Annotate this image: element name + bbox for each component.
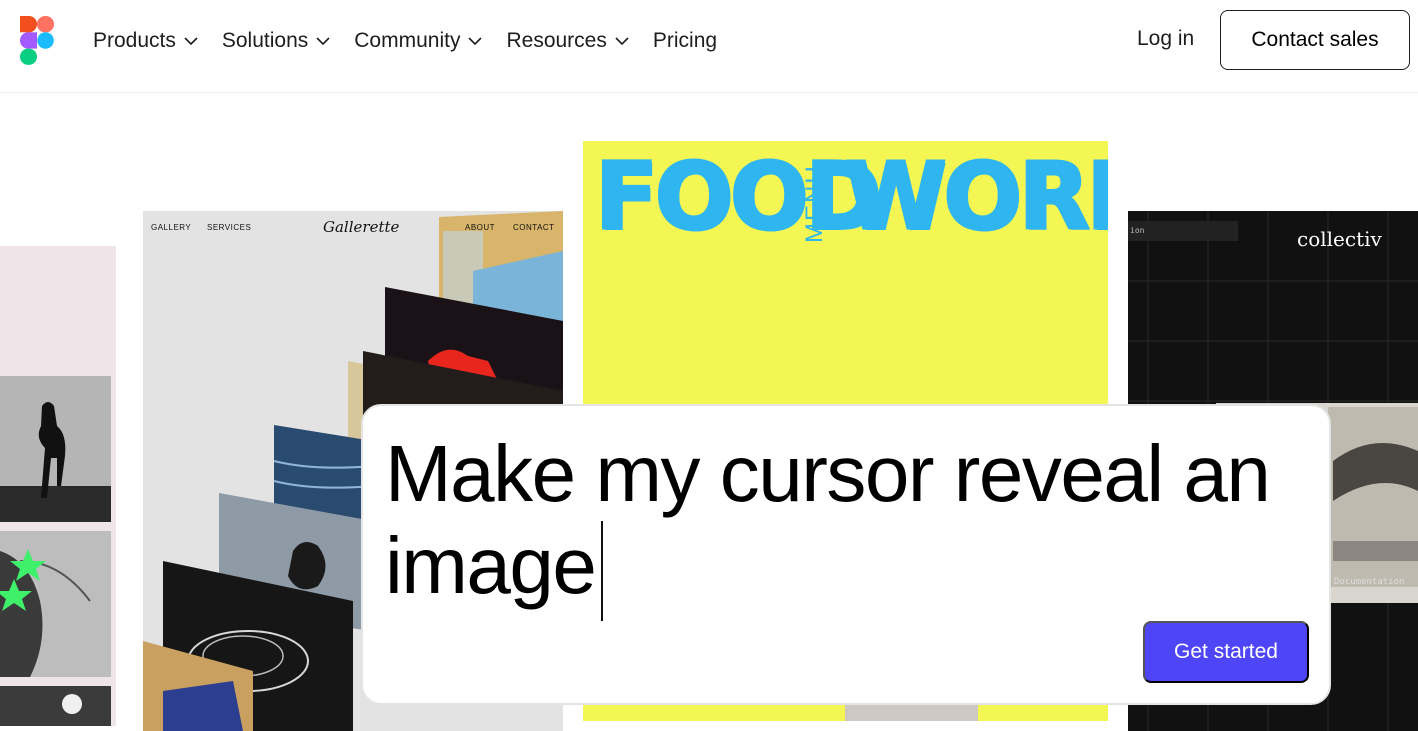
get-started-button[interactable]: Get started: [1143, 621, 1309, 683]
gallery-nav-about: ABOUT: [465, 223, 496, 232]
works-title: WORKS: [843, 142, 1108, 252]
top-navigation-bar: Products Solutions Community Resources P…: [0, 0, 1418, 93]
nav-item-resources[interactable]: Resources: [506, 29, 629, 53]
figma-logo-icon[interactable]: [20, 16, 54, 65]
contact-sales-button[interactable]: Contact sales: [1220, 10, 1410, 70]
nav-item-label: Resources: [506, 29, 607, 52]
collectiv-tag: ion: [1128, 221, 1238, 241]
gallery-nav-contact: CONTACT: [513, 223, 555, 232]
hair-photo: [0, 531, 111, 677]
light-photo: [0, 686, 111, 726]
food-menu-label: MENU: [801, 164, 828, 244]
chevron-down-icon: [615, 37, 629, 46]
dancer-photo: [0, 376, 111, 522]
nav-item-solutions[interactable]: Solutions: [222, 29, 330, 53]
nav-item-products[interactable]: Products: [93, 29, 198, 53]
ai-prompt-input[interactable]: Make my cursor reveal an image Get start…: [361, 404, 1331, 705]
text-caret: [601, 521, 604, 621]
nav-item-community[interactable]: Community: [354, 29, 483, 53]
nav-item-label: Pricing: [652, 29, 718, 52]
nav-item-label: Solutions: [221, 29, 309, 52]
chevron-down-icon: [316, 37, 330, 46]
chevron-down-icon: [184, 37, 198, 46]
collectiv-documentation-label: Documentation: [1334, 577, 1405, 587]
nav-item-pricing[interactable]: Pricing: [653, 29, 717, 53]
nav-item-label: Products: [93, 29, 176, 52]
prompt-text[interactable]: Make my cursor reveal an image: [385, 428, 1315, 621]
nav-item-label: Community: [354, 29, 461, 52]
main-nav: Products Solutions Community Resources P…: [93, 0, 741, 82]
prompt-value: Make my cursor reveal an image: [385, 429, 1271, 610]
showcase-card-portfolio[interactable]: [0, 246, 116, 726]
login-link[interactable]: Log in: [1137, 27, 1194, 51]
chevron-down-icon: [468, 37, 483, 46]
collectiv-logo: collectiv: [1297, 227, 1382, 251]
